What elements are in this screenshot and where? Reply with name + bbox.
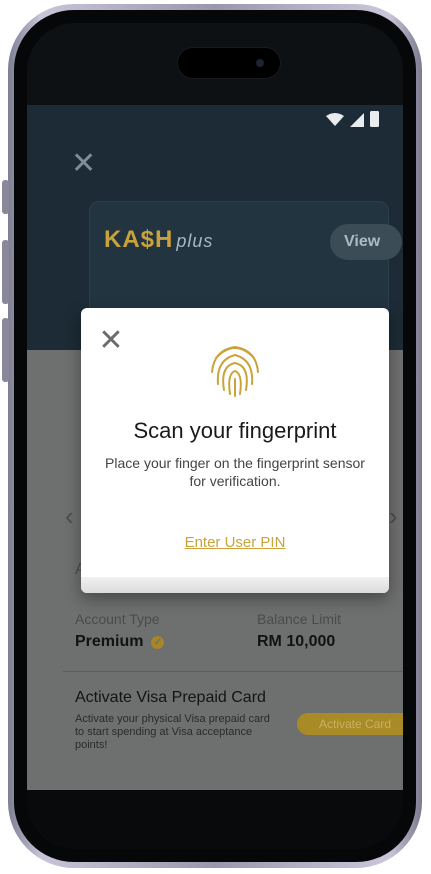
brand-sub-text: plus: [176, 231, 214, 251]
check-badge-icon: ✓: [151, 635, 165, 649]
phone-screen: ✕ KA$Hplus View ‹ › A Account Type Premi…: [27, 23, 403, 849]
dialog-description: Place your finger on the fingerprint sen…: [105, 455, 365, 489]
brand-main-text: KA$H: [104, 226, 174, 253]
account-type-text: Premium: [75, 633, 144, 650]
front-camera: [256, 59, 264, 67]
app-bottom-area: [27, 790, 403, 849]
kash-logo: KA$H plus: [104, 226, 213, 254]
volume-down-button: [2, 318, 9, 382]
enter-user-pin-link[interactable]: Enter User PIN: [81, 534, 389, 551]
visa-card-description: Activate your physical Visa prepaid card…: [75, 713, 270, 751]
chevron-left-icon[interactable]: ‹: [65, 501, 74, 532]
battery-icon: [370, 111, 379, 127]
dialog-title: Scan your fingerprint: [133, 418, 337, 443]
fingerprint-icon: [211, 345, 259, 397]
dynamic-island: [177, 47, 281, 79]
balance-limit-value: RM 10,000: [257, 633, 336, 650]
wifi-icon: [326, 113, 344, 126]
phone-bezel: ✕ KA$Hplus View ‹ › A Account Type Premi…: [14, 10, 416, 862]
view-button[interactable]: View: [330, 224, 402, 260]
activate-card-button[interactable]: Activate Card: [297, 713, 403, 735]
action-button: [2, 180, 9, 214]
fingerprint-dialog: ✕ Scan your fingerprint Place your finge…: [81, 308, 389, 593]
dialog-bottom-edge: [81, 577, 389, 593]
balance-limit-label: Balance Limit: [257, 611, 342, 627]
close-icon[interactable]: ✕: [71, 149, 96, 179]
chevron-right-icon[interactable]: ›: [389, 501, 398, 532]
divider: [63, 671, 403, 672]
status-bar: [326, 111, 379, 127]
dialog-close-icon[interactable]: ✕: [96, 326, 126, 356]
account-type-label: Account Type: [75, 611, 160, 627]
volume-up-button: [2, 240, 9, 304]
account-type-value: Premium ✓: [75, 633, 165, 651]
visa-card-title: Activate Visa Prepaid Card: [75, 689, 266, 706]
signal-icon: [350, 113, 364, 127]
